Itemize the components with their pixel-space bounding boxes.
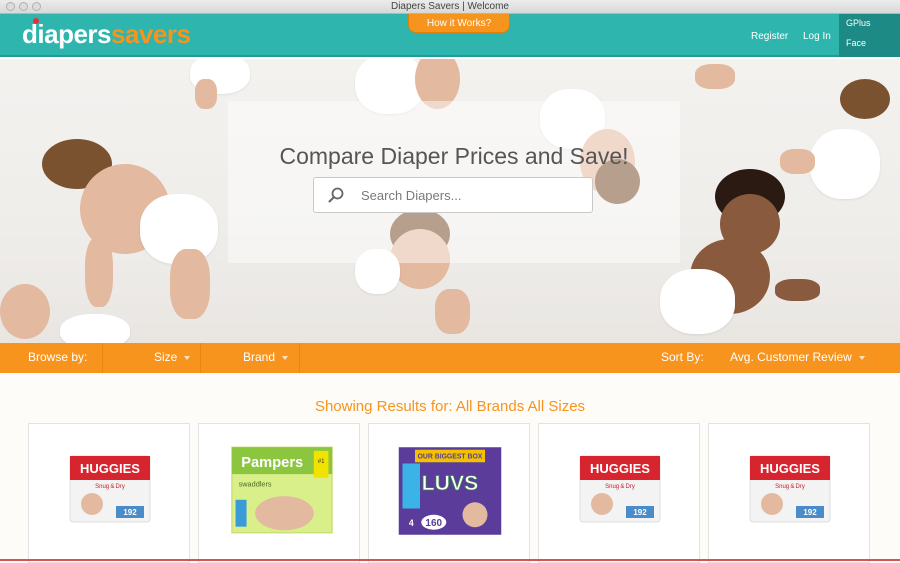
- logo-part-savers: savers: [111, 19, 191, 49]
- brand-dropdown[interactable]: Brand: [201, 343, 300, 373]
- brand-dropdown-label: Brand: [243, 350, 276, 364]
- sort-by-label: Sort By:: [661, 350, 704, 364]
- product-count: 192: [633, 508, 647, 517]
- hero-banner: Compare Diaper Prices and Save! Search D…: [0, 59, 900, 343]
- size-dropdown[interactable]: Size: [103, 343, 201, 373]
- browse-by-segment: Browse by:: [0, 343, 103, 373]
- results-section: Showing Results for: All Brands All Size…: [0, 373, 900, 563]
- filter-bar: Browse by: Size Brand Sort By: Avg. Cust…: [0, 343, 900, 373]
- browse-by-label: Browse by:: [28, 350, 88, 364]
- pampers-package-image: Pampers #1 swaddlers: [231, 446, 333, 534]
- product-card[interactable]: OUR BIGGEST BOX LUVS 160 4: [368, 423, 530, 563]
- product-brand: HUGGIES: [590, 461, 650, 476]
- product-card[interactable]: HUGGIES Snug & Dry 192: [708, 423, 870, 563]
- logo-safety-pin-icon: [33, 18, 39, 24]
- search-input[interactable]: Search Diapers...: [313, 177, 593, 213]
- how-it-works-button[interactable]: How it Works?: [408, 14, 510, 33]
- luvs-package-image: OUR BIGGEST BOX LUVS 160 4: [398, 447, 502, 535]
- product-subtitle: OUR BIGGEST BOX: [418, 454, 483, 461]
- product-subtitle: Snug & Dry: [95, 484, 125, 490]
- huggies-package-image: HUGGIES Snug & Dry 192: [579, 455, 661, 523]
- product-size: 4: [409, 518, 414, 528]
- product-subtitle: Snug & Dry: [605, 484, 635, 490]
- product-card[interactable]: HUGGIES Snug & Dry 192: [28, 423, 190, 563]
- results-title: Showing Results for: All Brands All Size…: [314, 398, 586, 415]
- login-link[interactable]: Log In: [803, 31, 831, 42]
- product-brand: HUGGIES: [80, 461, 140, 476]
- top-navbar: diaperssavers How it Works? Register Log…: [0, 14, 900, 57]
- gplus-link[interactable]: GPlus: [846, 18, 871, 28]
- baby-illustration: [0, 284, 130, 343]
- baby-illustration: [690, 59, 750, 99]
- site-logo[interactable]: diaperssavers: [22, 19, 191, 49]
- minimize-window-icon[interactable]: [19, 2, 28, 11]
- sort-dropdown-value: Avg. Customer Review: [730, 350, 852, 364]
- product-subtitle: Snug & Dry: [775, 484, 805, 490]
- product-brand: Pampers: [241, 455, 303, 471]
- chevron-down-icon: [282, 355, 289, 360]
- product-count: 192: [123, 508, 137, 517]
- close-window-icon[interactable]: [6, 2, 15, 11]
- product-badge: #1: [318, 458, 325, 465]
- product-count: 192: [803, 508, 817, 517]
- facebook-link[interactable]: Face: [846, 38, 866, 48]
- window-title: Diapers Savers | Welcome: [390, 1, 509, 12]
- window-titlebar: Diapers Savers | Welcome: [0, 0, 900, 14]
- huggies-package-image: HUGGIES Snug & Dry 192: [69, 455, 151, 523]
- chevron-down-icon: [858, 355, 865, 360]
- baby-illustration: [780, 79, 900, 229]
- product-card[interactable]: HUGGIES Snug & Dry 192: [538, 423, 700, 563]
- social-login-box: GPlus Face: [839, 14, 900, 57]
- chevron-down-icon: [184, 355, 191, 360]
- product-count: 160: [425, 518, 442, 529]
- zoom-window-icon[interactable]: [32, 2, 41, 11]
- product-brand: HUGGIES: [760, 461, 820, 476]
- search-icon: [328, 187, 344, 203]
- sort-dropdown[interactable]: Avg. Customer Review: [730, 350, 865, 364]
- search-placeholder: Search Diapers...: [361, 188, 462, 203]
- size-dropdown-label: Size: [154, 350, 178, 364]
- product-brand: LUVS: [422, 471, 479, 495]
- register-link[interactable]: Register: [751, 31, 788, 42]
- huggies-package-image: HUGGIES Snug & Dry 192: [749, 455, 831, 523]
- product-subtitle: swaddlers: [239, 479, 272, 488]
- hero-title: Compare Diaper Prices and Save!: [279, 143, 629, 169]
- product-card[interactable]: Pampers #1 swaddlers: [198, 423, 360, 563]
